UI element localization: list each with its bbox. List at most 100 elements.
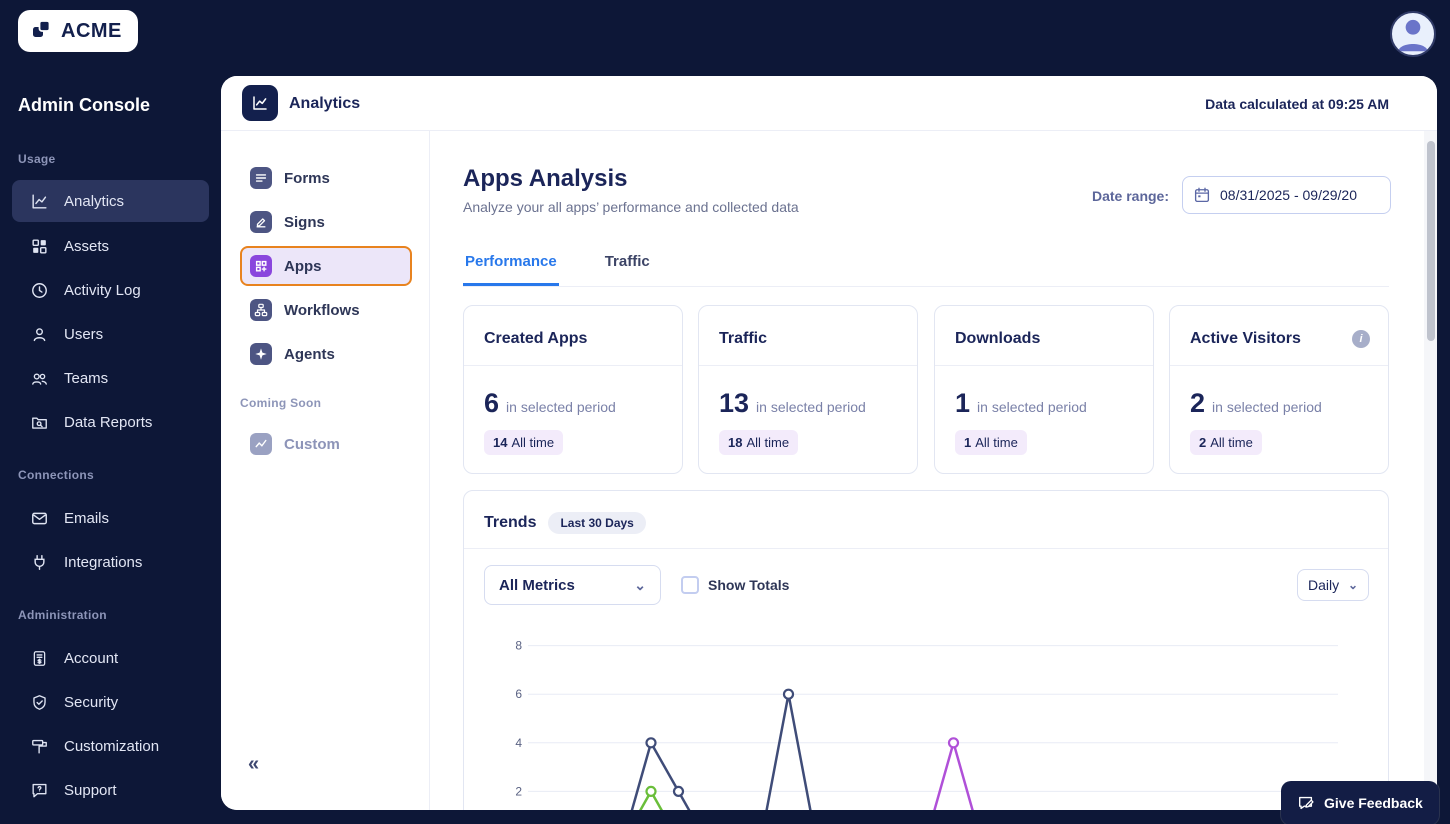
subnav-item-workflows[interactable]: Workflows <box>240 290 412 330</box>
date-range-label: Date range: <box>1091 188 1169 204</box>
interval-select-value: Daily <box>1308 577 1340 593</box>
sidebar-item-label: Integrations <box>64 553 143 571</box>
signs-icon <box>250 211 272 233</box>
alltime-badge: 1 All time <box>955 430 1027 455</box>
user-avatar[interactable] <box>1390 11 1436 57</box>
apps-icon <box>250 255 272 277</box>
sidebar-item-assets[interactable]: Assets <box>12 225 209 267</box>
section-label-administration: Administration <box>18 608 107 622</box>
sidebar-item-support[interactable]: Support <box>12 769 209 811</box>
chart-line-icon <box>253 96 267 110</box>
analytics-subnav: Forms Signs Apps Workflows Agents Coming… <box>221 131 430 810</box>
card-title: Downloads <box>955 330 1041 347</box>
svg-text:8: 8 <box>515 639 522 653</box>
chat-question-icon <box>32 783 47 797</box>
subnav-item-custom[interactable]: Custom <box>240 424 412 464</box>
subnav-item-label: Signs <box>284 213 325 231</box>
stat-card-created-apps: Created Apps 6 in selected period 14 All t… <box>463 305 683 474</box>
envelope-icon <box>32 512 47 524</box>
info-icon[interactable]: i <box>1352 330 1370 348</box>
show-totals-checkbox[interactable] <box>681 576 699 594</box>
acme-logo[interactable]: ACME <box>18 10 138 52</box>
custom-chart-icon <box>250 433 272 455</box>
acme-logo-icon <box>30 17 54 46</box>
metrics-select[interactable]: All Metrics ⌄ <box>484 565 661 605</box>
clock-icon <box>32 282 47 298</box>
alltime-badge: 14 All time <box>484 430 564 455</box>
card-period: in selected period <box>1212 399 1322 415</box>
chevron-down-icon: ⌄ <box>1347 578 1358 592</box>
billing-doc-icon <box>33 650 46 666</box>
user-icon <box>33 327 46 341</box>
grid-icon <box>32 238 47 254</box>
scrollbar-thumb[interactable] <box>1427 141 1435 341</box>
agents-sparkle-icon <box>250 343 272 365</box>
sidebar-item-label: Teams <box>64 369 109 387</box>
subnav-item-agents[interactable]: Agents <box>240 334 412 374</box>
subnav-item-signs[interactable]: Signs <box>240 202 412 242</box>
give-feedback-button[interactable]: Give Feedback <box>1281 781 1439 824</box>
sidebar-item-teams[interactable]: Teams <box>12 357 209 399</box>
section-label-connections: Connections <box>18 468 94 482</box>
calendar-icon <box>1194 187 1210 203</box>
sidebar-item-account[interactable]: Account <box>12 637 209 679</box>
card-title: Traffic <box>719 330 768 347</box>
sidebar-item-analytics[interactable]: Analytics <box>12 180 209 222</box>
console-title: Admin Console <box>18 95 151 115</box>
alltime-label: All time <box>1210 435 1253 450</box>
trends-card: Trends Last 30 Days All Metrics ⌄ Show T… <box>463 490 1389 810</box>
stat-card-active-visitors: Active Visitors i 2 in selected period 2A… <box>1169 305 1389 474</box>
feedback-label: Give Feedback <box>1324 795 1423 811</box>
divider <box>464 365 682 366</box>
sidebar-item-data-reports[interactable]: Data Reports <box>12 401 209 443</box>
sidebar-item-emails[interactable]: Emails <box>12 497 209 539</box>
chart-line-icon <box>32 193 47 209</box>
workflows-icon <box>250 299 272 321</box>
subnav-item-apps[interactable]: Apps <box>240 246 412 286</box>
sidebar-item-users[interactable]: Users <box>12 313 209 355</box>
data-calculated-status: Data calculated at 09:25 AM <box>1205 95 1389 112</box>
interval-select[interactable]: Daily ⌄ <box>1297 569 1369 601</box>
alltime-label: All time <box>511 435 555 450</box>
divider <box>935 365 1153 366</box>
divider <box>464 548 1388 549</box>
tab-bar: Performance Traffic <box>463 247 1389 287</box>
show-totals-label: Show Totals <box>708 577 790 593</box>
card-value: 1 <box>955 388 971 418</box>
tab-performance[interactable]: Performance <box>463 247 559 286</box>
tab-traffic[interactable]: Traffic <box>603 247 652 286</box>
sidebar-item-customization[interactable]: Customization <box>12 725 209 767</box>
scrollbar-track <box>1424 131 1437 810</box>
content-area: Apps Analysis Analyze your all apps’ per… <box>430 131 1437 810</box>
trends-chart[interactable]: 2 4 6 8 <box>506 631 1356 810</box>
subnav-item-forms[interactable]: Forms <box>240 158 412 198</box>
trends-title: Trends <box>484 514 537 531</box>
subnav-item-label: Workflows <box>284 301 360 319</box>
sidebar-item-label: Support <box>64 781 117 799</box>
alltime-badge: 2 All time <box>1190 430 1262 455</box>
card-period: in selected period <box>506 399 616 415</box>
date-range-picker[interactable]: 08/31/2025 - 09/29/20 <box>1182 176 1391 214</box>
sidebar-item-label: Account <box>64 649 119 667</box>
plug-icon <box>34 554 45 570</box>
person-icon <box>1392 13 1434 55</box>
svg-text:2: 2 <box>515 784 522 798</box>
coming-soon-label: Coming Soon <box>240 396 322 410</box>
panel-title: Analytics <box>289 94 361 112</box>
sidebar-item-activity-log[interactable]: Activity Log <box>12 269 209 311</box>
sidebar-item-integrations[interactable]: Integrations <box>12 541 209 583</box>
paint-roller-icon <box>32 739 47 754</box>
collapse-sidebar-button[interactable]: « <box>248 753 259 776</box>
sidebar-item-label: Data Reports <box>64 413 153 431</box>
card-title: Active Visitors <box>1190 330 1301 347</box>
divider <box>699 365 917 366</box>
card-period: in selected period <box>756 399 866 415</box>
sidebar-item-label: Users <box>64 325 104 343</box>
logo-text: ACME <box>61 19 122 42</box>
card-value: 2 <box>1190 388 1206 418</box>
alltime-value: 1 <box>964 435 972 450</box>
sidebar-item-security[interactable]: Security <box>12 681 209 723</box>
alltime-value: 18 <box>728 435 743 450</box>
sidebar-item-label: Customization <box>64 737 160 755</box>
stat-card-traffic: Traffic 13 in selected period 18 All time <box>698 305 918 474</box>
